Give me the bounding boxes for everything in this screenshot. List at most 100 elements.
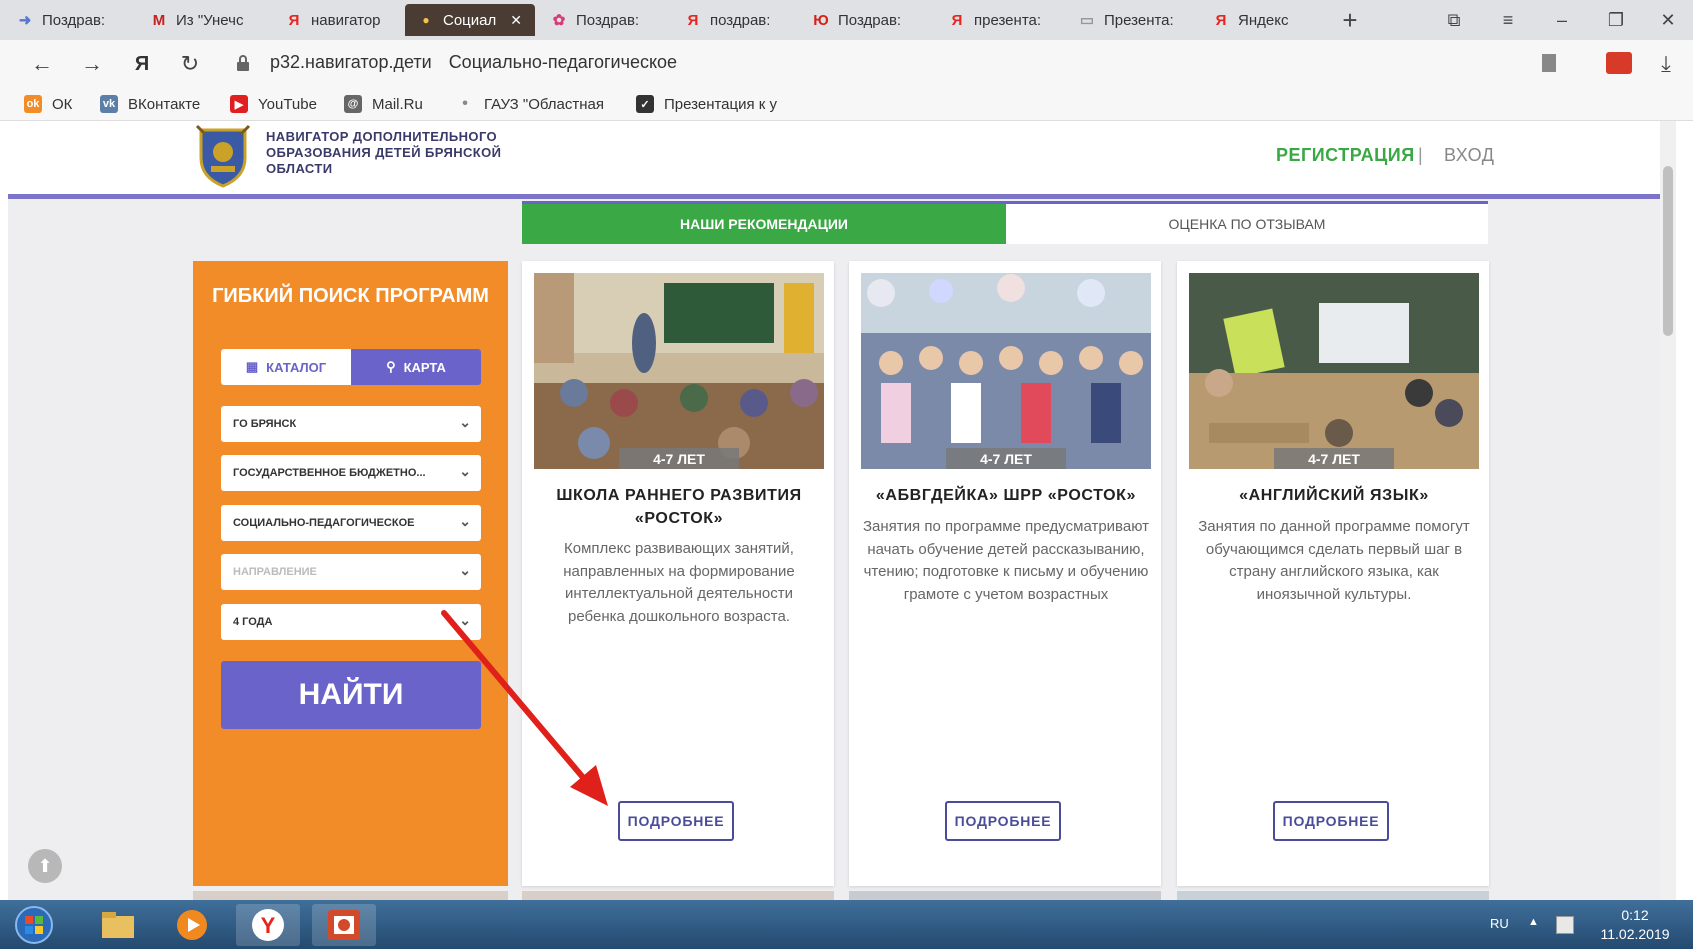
scroll-top-icon[interactable]: ⬆ (28, 849, 62, 883)
grid-icon: ▦ (245, 359, 259, 374)
tab-label: презента: (974, 11, 1042, 29)
organization-select[interactable]: ГОСУДАРСТВЕННОЕ БЮДЖЕТНО... ⌄ (221, 455, 481, 491)
tab-rating[interactable]: ОЦЕНКА ПО ОТЗЫВАМ (1006, 204, 1488, 244)
bookmark-label: Mail.Ru (372, 95, 423, 113)
bookmark-ok[interactable]: ok ОК (24, 92, 72, 116)
bookmark-icon[interactable] (1542, 54, 1556, 72)
nav-separator: | (1418, 145, 1424, 165)
explorer-icon[interactable] (86, 904, 150, 946)
tab-1[interactable]: ➜ Поздрав: (16, 4, 134, 36)
close-window-icon[interactable]: ✕ (1654, 6, 1682, 34)
powerpoint-icon[interactable] (312, 904, 376, 946)
next-row-peek (849, 891, 1161, 900)
program-card: 4-7 ЛЕТ «АНГЛИЙСКИЙ ЯЗЫК» Занятия по дан… (1177, 261, 1489, 886)
bookmark-mailru[interactable]: @ Mail.Ru (344, 92, 423, 116)
scrollbar-track[interactable] (1660, 121, 1676, 900)
tab-label: Поздрав: (42, 11, 106, 29)
tab-6[interactable]: Я поздрав: (684, 4, 796, 36)
tab-4-active[interactable]: ● Социал ✕ (405, 4, 535, 36)
windows-taskbar: Y RU ▲ 0:12 11.02.2019 (0, 900, 1693, 949)
age-badge: 4-7 ЛЕТ (946, 448, 1066, 469)
close-tab-icon[interactable]: ✕ (510, 12, 522, 29)
media-player-icon[interactable] (160, 904, 224, 946)
program-title[interactable]: ШКОЛА РАННЕГО РАЗВИТИЯ «РОСТОК» (534, 484, 824, 530)
forward-icon[interactable]: → (78, 50, 106, 78)
coat-of-arms-icon[interactable] (193, 124, 253, 188)
register-link[interactable]: РЕГИСТРАЦИЯ (1276, 145, 1415, 166)
focus-value: СОЦИАЛЬНО-ПЕДАГОГИЧЕСКОЕ (233, 517, 415, 529)
bookmark-label: Презентация к у (664, 95, 778, 113)
tab-label: Поздрав: (576, 11, 640, 29)
url-domain: р32.навигатор.дети (270, 52, 432, 72)
network-icon[interactable] (1556, 916, 1574, 934)
yandex-icon: Я (288, 11, 300, 29)
chevron-down-icon: ⌄ (459, 414, 471, 430)
reload-icon[interactable]: ↻ (176, 50, 204, 78)
tab-3[interactable]: Я навигатор (285, 4, 397, 36)
program-photo[interactable]: 4-7 ЛЕТ (861, 273, 1151, 469)
bookmark-label: ВКонтакте (128, 95, 201, 113)
bookmark-vk[interactable]: vk ВКонтакте (100, 92, 200, 116)
restore-icon[interactable]: ❐ (1602, 6, 1630, 34)
tab-7[interactable]: Ю Поздрав: (812, 4, 930, 36)
arrow-icon: ➜ (18, 12, 32, 29)
tab-2[interactable]: M Из "Унечс (150, 4, 262, 36)
yandex-home-icon[interactable]: Я (128, 50, 156, 78)
program-title[interactable]: «АБВГДЕЙКА» ШРР «РОСТОК» (861, 484, 1151, 507)
annotation-arrow-icon (441, 610, 608, 806)
dot-icon: • (462, 95, 468, 112)
program-photo[interactable]: 4-7 ЛЕТ (534, 273, 824, 469)
focus-select[interactable]: СОЦИАЛЬНО-ПЕДАГОГИЧЕСКОЕ ⌄ (221, 505, 481, 541)
new-tab-button[interactable]: + (1336, 5, 1364, 35)
direction-select[interactable]: НАПРАВЛЕНИЕ ⌄ (221, 554, 481, 590)
extension-icon[interactable] (1606, 52, 1632, 74)
age-badge: 4-7 ЛЕТ (1274, 448, 1394, 469)
tab-10[interactable]: Я Яндекс (1212, 4, 1312, 36)
url-title: Социально-педагогическое (448, 52, 678, 72)
minimize-icon[interactable]: – (1548, 6, 1576, 34)
program-title[interactable]: «АНГЛИЙСКИЙ ЯЗЫК» (1189, 484, 1479, 507)
program-photo[interactable]: 4-7 ЛЕТ (1189, 273, 1479, 469)
site-header: НАВИГАТОР ДОПОЛНИТЕЛЬНОГО ОБРАЗОВАНИЯ ДЕ… (8, 121, 1676, 194)
bookmarks-bar: ok ОК vk ВКонтакте ▶ YouTube @ Mail.Ru •… (0, 88, 1693, 121)
bookmark-label: ГАУЗ "Областная (484, 95, 605, 113)
language-indicator[interactable]: RU (1490, 916, 1509, 931)
scrollbar-thumb[interactable] (1663, 166, 1673, 336)
tab-8[interactable]: Я презента: (948, 4, 1060, 36)
map-label: КАРТА (403, 359, 446, 375)
yandex-browser-icon[interactable]: Y (236, 904, 300, 946)
organization-value: ГОСУДАРСТВЕННОЕ БЮДЖЕТНО... (233, 467, 426, 479)
map-toggle[interactable]: ⚲ КАРТА (351, 349, 481, 385)
clock-date: 11.02.2019 (1600, 926, 1670, 942)
svg-text:Y: Y (261, 913, 276, 938)
back-icon[interactable]: ← (28, 50, 56, 78)
tab-recommendations[interactable]: НАШИ РЕКОМЕНДАЦИИ (522, 204, 1006, 244)
tab-9[interactable]: ▭ Презента: (1078, 4, 1196, 36)
direction-value: НАПРАВЛЕНИЕ (233, 566, 317, 578)
district-select[interactable]: ГО БРЯНСК ⌄ (221, 406, 481, 442)
download-icon[interactable]: ⤓ (1652, 50, 1680, 78)
tab-list-icon[interactable]: ⧉ (1440, 6, 1468, 34)
site-logo-text[interactable]: НАВИГАТОР ДОПОЛНИТЕЛЬНОГО ОБРАЗОВАНИЯ ДЕ… (266, 129, 506, 177)
clock[interactable]: 0:12 11.02.2019 (1590, 906, 1680, 944)
start-button[interactable] (10, 904, 58, 946)
flower-icon: ✿ (552, 12, 566, 29)
bookmark-presentation[interactable]: ✓ Презентация к у (636, 92, 777, 116)
catalog-toggle[interactable]: ▦ КАТАЛОГ (221, 349, 351, 385)
details-button[interactable]: ПОДРОБНЕЕ (618, 801, 734, 841)
details-button[interactable]: ПОДРОБНЕЕ (1273, 801, 1389, 841)
login-link[interactable]: ВХОД (1444, 145, 1494, 166)
tab-label: Социал (443, 11, 497, 29)
details-button[interactable]: ПОДРОБНЕЕ (945, 801, 1061, 841)
tab-5[interactable]: ✿ Поздрав: (550, 4, 662, 36)
bookmark-youtube[interactable]: ▶ YouTube (230, 92, 317, 116)
bookmark-gauz[interactable]: • ГАУЗ "Областная (456, 92, 604, 116)
menu-icon[interactable]: ≡ (1494, 6, 1522, 34)
search-title: ГИБКИЙ ПОИСК ПРОГРАММ (212, 285, 489, 307)
clock-time: 0:12 (1621, 907, 1649, 923)
program-description: Занятия по программе предусматривают нач… (863, 518, 1149, 603)
url-field[interactable]: р32.навигатор.дети Социально-педагогичес… (270, 52, 677, 73)
tray-arrow-icon[interactable]: ▲ (1528, 916, 1539, 928)
chevron-down-icon: ⌄ (459, 463, 471, 479)
age-badge: 4-7 ЛЕТ (619, 448, 739, 469)
